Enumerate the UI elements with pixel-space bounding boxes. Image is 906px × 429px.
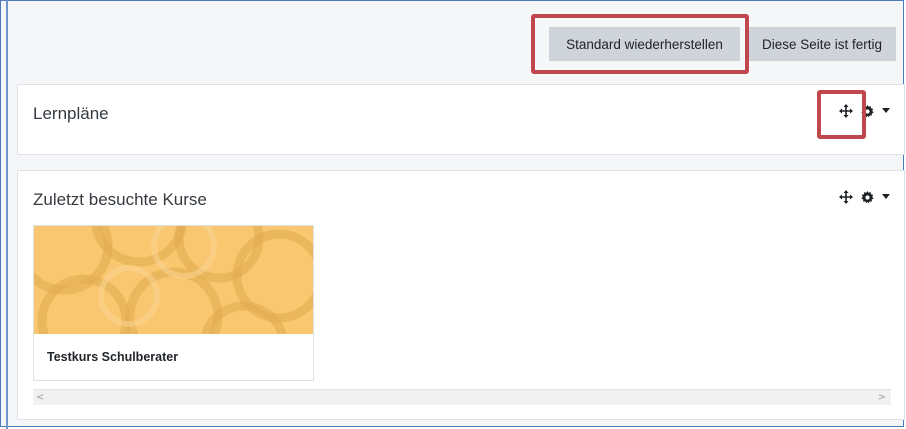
course-image[interactable] <box>34 226 313 334</box>
scroll-right-arrow-icon[interactable]: > <box>878 393 886 403</box>
caret-down-icon[interactable] <box>882 108 890 114</box>
block-title: Zuletzt besuchte Kurse <box>33 190 207 209</box>
block-title: Lernpläne <box>33 104 109 123</box>
gear-icon[interactable] <box>861 104 874 118</box>
learning-plans-block: Lernpläne <box>17 84 905 155</box>
scroll-left-arrow-icon[interactable]: < <box>36 393 44 403</box>
block-controls <box>839 104 890 118</box>
recently-accessed-courses-block: Zuletzt besuchte Kurse Testkurs Schulber… <box>17 170 905 420</box>
gear-icon[interactable] <box>861 190 874 204</box>
reset-to-default-button[interactable]: Standard wiederherstellen <box>549 27 740 61</box>
horizontal-scrollbar[interactable]: < > <box>33 389 891 405</box>
caret-down-icon[interactable] <box>882 194 890 200</box>
move-icon[interactable] <box>839 104 853 118</box>
block-controls <box>839 190 890 204</box>
course-name-link[interactable]: Testkurs Schulberater <box>47 350 178 364</box>
page-left-border <box>6 0 8 429</box>
move-icon[interactable] <box>839 190 853 204</box>
stop-customising-button[interactable]: Diese Seite ist fertig <box>748 27 896 61</box>
course-card[interactable]: Testkurs Schulberater <box>33 225 314 381</box>
